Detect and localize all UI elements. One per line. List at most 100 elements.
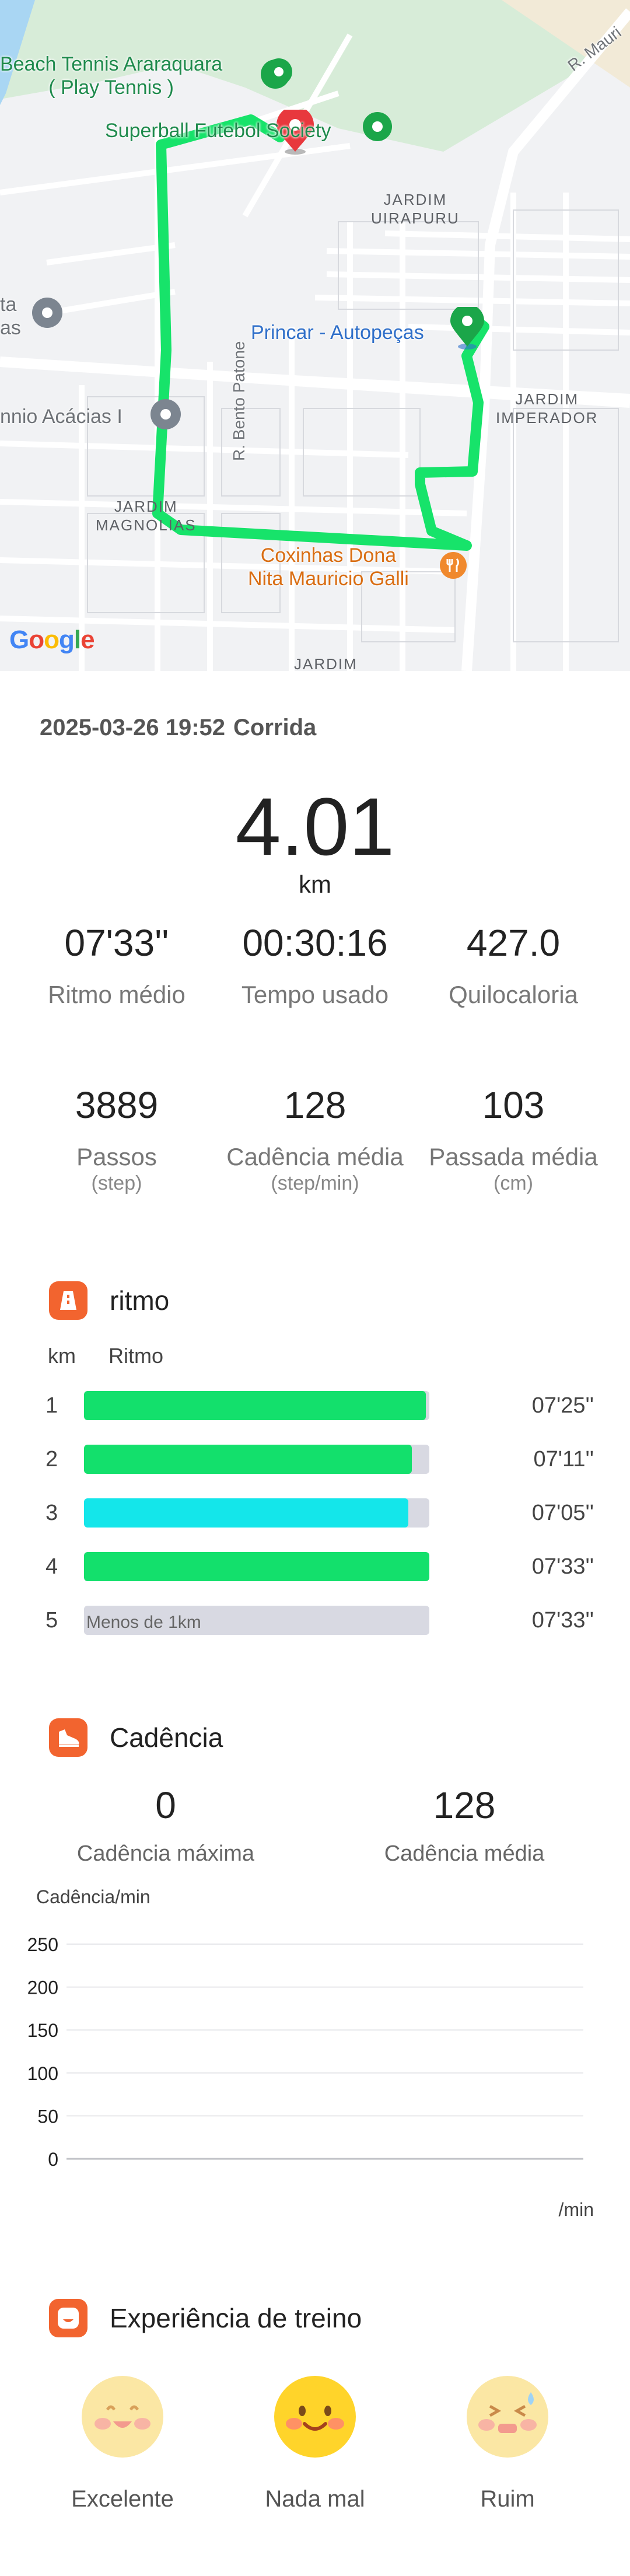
pace-row-note: Menos de 1km (86, 1613, 201, 1632)
pace-row-value: 07'25'' (531, 1393, 594, 1418)
stat-steps: 3889 Passos (step) (12, 1083, 222, 1195)
chart-ytick-label: 150 (27, 2020, 58, 2041)
experience-section-header: Experiência de treino (49, 2299, 362, 2337)
pace-row-value: 07'05'' (531, 1501, 594, 1525)
pace-row: 5 Menos de 1km 07'33'' (0, 1603, 630, 1636)
distance-unit: km (299, 871, 331, 898)
map-label-jardim-bottom: JARDIM (294, 655, 358, 671)
good-face-icon (274, 2376, 356, 2458)
pace-row-value: 07'33'' (531, 1608, 594, 1633)
soccer-poi-icon[interactable] (362, 111, 393, 142)
cadence-title: Cadência (110, 1722, 223, 1753)
chart-ytick-label: 100 (27, 2063, 58, 2084)
map-label-jardim-imperador: JARDIM IMPERADOR (496, 390, 598, 427)
experience-label: Nada mal (265, 2486, 365, 2512)
pace-row-bar (84, 1498, 409, 1528)
restaurant-poi-icon[interactable] (439, 551, 468, 580)
stat-label: Tempo usado (241, 981, 389, 1008)
map-label-coxinhas: Coxinhas Dona Nita Mauricio Galli (248, 544, 409, 590)
map-label-jardim-magnolias: JARDIM MAGNOLIAS (96, 498, 197, 534)
cadence-max-label: Cadência máxima (76, 1841, 255, 1866)
stat-unit: (step) (91, 1172, 142, 1194)
chart-ytick-label: 50 (37, 2106, 58, 2127)
pace-row-track: Menos de 1km (84, 1606, 429, 1635)
chart-ytick-label: 200 (27, 1977, 58, 1998)
chart-ytick-label: 0 (48, 2149, 58, 2170)
pace-row-bar (84, 1445, 412, 1474)
stat-label: Passada média (429, 1143, 598, 1170)
cadence-max-value: 0 (155, 1784, 176, 1826)
pace-row-km: 1 (46, 1393, 58, 1418)
experience-option-excelente[interactable]: Excelente (52, 2375, 192, 2512)
beach-tennis-marker-icon[interactable] (264, 57, 293, 86)
excellent-face-icon (82, 2376, 163, 2458)
stat-label: Passos (76, 1143, 157, 1170)
pace-title: ritmo (110, 1285, 170, 1316)
route-map[interactable]: Beach Tennis Araraquara ( Play Tennis ) … (0, 0, 630, 671)
experience-option-nada-mal[interactable]: Nada mal (245, 2375, 385, 2512)
pace-row: 3 07'05'' (0, 1496, 630, 1529)
stat-value: 427.0 (466, 922, 561, 964)
stat-label: Ritmo médio (48, 981, 186, 1008)
map-label-superball: Superball Futebol Society (105, 120, 331, 142)
map-label-princar: Princar - Autopeças (251, 321, 424, 344)
stat-value: 128 (284, 1084, 346, 1126)
stat-unit: (step/min) (271, 1172, 359, 1194)
pace-row-km: 2 (46, 1447, 58, 1471)
stat-label: Quilocaloria (449, 981, 578, 1008)
experience-title: Experiência de treino (110, 2303, 362, 2333)
pace-section-header: ritmo (49, 1281, 169, 1320)
stat-avg-stride: 103 Passada média (cm) (408, 1083, 618, 1195)
cadence-avg: 128 Cadência média (313, 1783, 616, 1867)
tired-face-icon (467, 2376, 548, 2458)
stat-label: Cadência média (226, 1143, 404, 1170)
stat-unit: (cm) (494, 1172, 533, 1194)
map-label-acacias: nnio Acácias I (0, 406, 123, 428)
workout-date-line: 2025-03-26 19:52 Corrida (40, 715, 324, 741)
chart-xlabel: /min (559, 2199, 594, 2220)
stat-calories: 427.0 Quilocaloria (408, 921, 618, 1009)
pace-row: 1 07'25'' (0, 1389, 630, 1421)
experience-option-ruim[interactable]: Ruim (438, 2375, 578, 2512)
map-label-beach-tennis: Beach Tennis Araraquara ( Play Tennis ) (0, 53, 223, 99)
pace-row-km: 5 (46, 1608, 58, 1633)
chart-ytick-label: 250 (27, 1934, 58, 1955)
pace-row-km: 4 (46, 1554, 58, 1579)
pace-row-bar (84, 1552, 429, 1581)
pace-row-track (84, 1498, 429, 1528)
poi-gray-icon[interactable] (31, 296, 64, 329)
experience-label: Excelente (71, 2486, 174, 2512)
pace-row: 2 07'11'' (0, 1442, 630, 1475)
cadence-section-header: Cadência (49, 1718, 223, 1757)
stat-value: 3889 (75, 1084, 159, 1126)
stat-value: 07'33'' (64, 922, 169, 964)
pace-icon (49, 1281, 88, 1320)
pace-row-track (84, 1391, 429, 1420)
start-pin-icon[interactable] (447, 307, 488, 351)
workout-date: 2025-03-26 19:52 (40, 715, 226, 740)
pace-row-track (84, 1552, 429, 1581)
pace-row-value: 07'33'' (531, 1554, 594, 1579)
workout-type: Corrida (233, 715, 317, 740)
map-label-jardim-uirapuru: JARDIM UIRAPURU (371, 191, 460, 227)
pace-row-value: 07'11'' (533, 1447, 594, 1471)
map-label-ta: ta as (0, 293, 21, 339)
distance-value: 4.01 (235, 781, 395, 872)
cadence-max: 0 Cadência máxima (14, 1783, 317, 1867)
cadence-avg-value: 128 (433, 1784, 496, 1826)
experience-label: Ruim (480, 2486, 535, 2512)
pace-row-track (84, 1445, 429, 1474)
pace-row-bar (84, 1391, 426, 1420)
google-logo: Google (9, 625, 95, 654)
stat-avg-cadence: 128 Cadência média (step/min) (210, 1083, 420, 1195)
cadence-chart: Cadência/min 250 200 150 100 50 0/min (27, 1886, 594, 2220)
stat-value: 103 (482, 1084, 545, 1126)
smile-icon (49, 2299, 88, 2337)
cadence-avg-label: Cadência média (384, 1841, 545, 1866)
stat-time-used: 00:30:16 Tempo usado (210, 921, 420, 1009)
acacias-poi-icon[interactable] (149, 398, 182, 431)
chart-ylabel: Cadência/min (36, 1886, 150, 1907)
map-label-rua-bento: R. Bento Patone (230, 341, 248, 461)
pace-row-km: 3 (46, 1501, 58, 1525)
stat-avg-pace: 07'33'' Ritmo médio (12, 921, 222, 1009)
